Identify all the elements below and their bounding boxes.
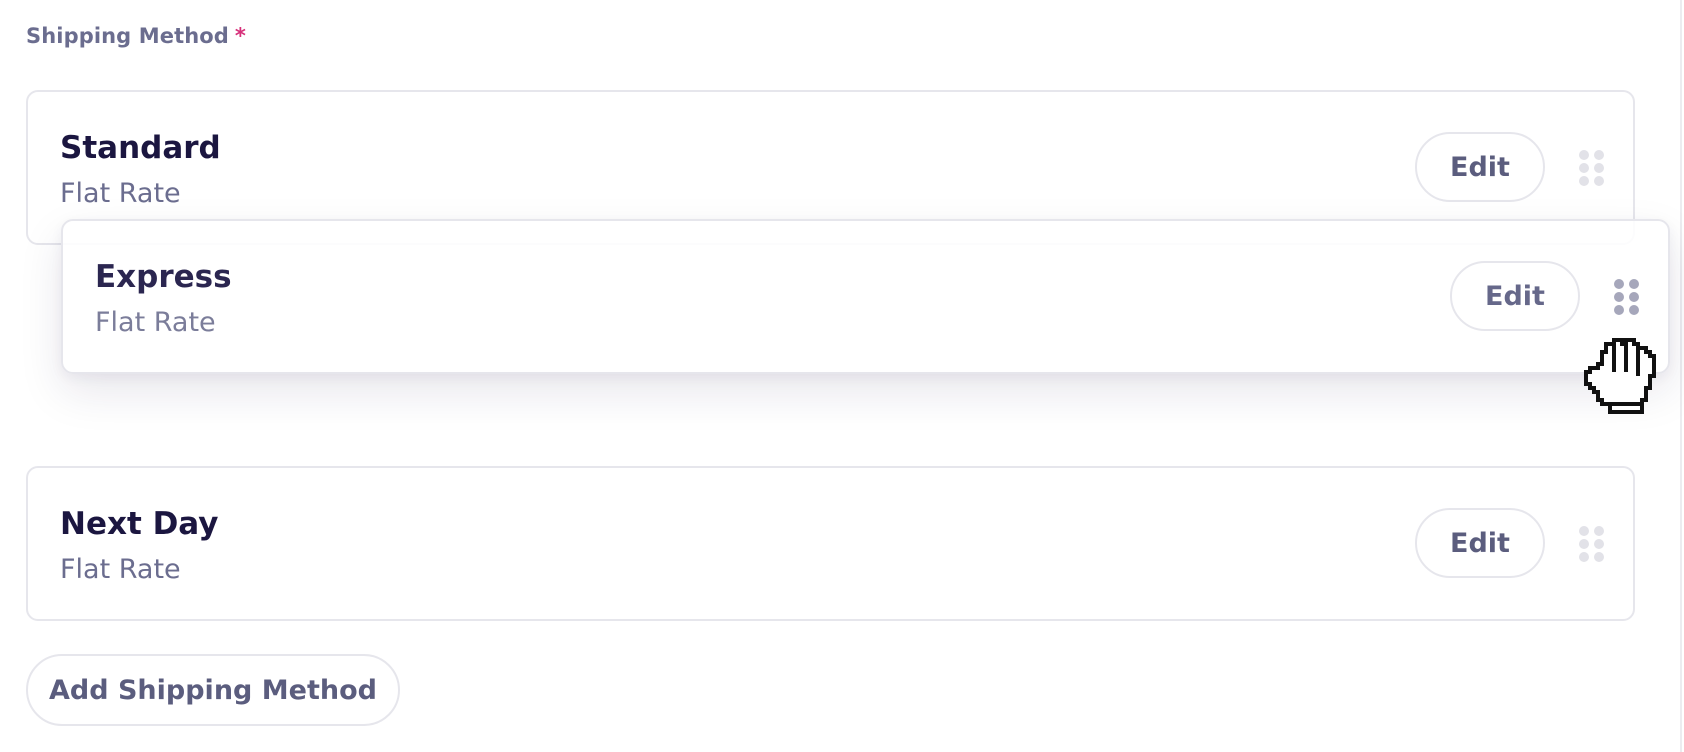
shipping-method-label: Shipping Method *	[26, 24, 246, 48]
drag-handle-icon[interactable]	[1579, 526, 1604, 562]
drag-handle-icon[interactable]	[1579, 150, 1604, 186]
shipping-method-name: Next Day	[60, 506, 219, 542]
shipping-method-type: Flat Rate	[95, 307, 216, 338]
drag-handle-icon[interactable]	[1614, 279, 1639, 315]
shipping-method-type: Flat Rate	[60, 554, 181, 585]
grab-hand-cursor-icon	[1584, 338, 1656, 414]
shipping-method-label-text: Shipping Method	[26, 24, 229, 48]
shipping-method-type: Flat Rate	[60, 178, 181, 209]
edit-button[interactable]: Edit	[1450, 261, 1580, 331]
scrollbar-track[interactable]	[1680, 0, 1682, 752]
edit-button[interactable]: Edit	[1415, 508, 1545, 578]
add-shipping-method-button[interactable]: Add Shipping Method	[26, 654, 400, 726]
shipping-method-name: Express	[95, 259, 232, 295]
shipping-method-card-next-day: Next Day Flat Rate Edit	[26, 466, 1635, 621]
shipping-method-name: Standard	[60, 130, 221, 166]
shipping-method-card-express-dragging[interactable]: Express Flat Rate Edit	[61, 219, 1670, 374]
edit-button[interactable]: Edit	[1415, 132, 1545, 202]
required-asterisk: *	[234, 24, 247, 48]
